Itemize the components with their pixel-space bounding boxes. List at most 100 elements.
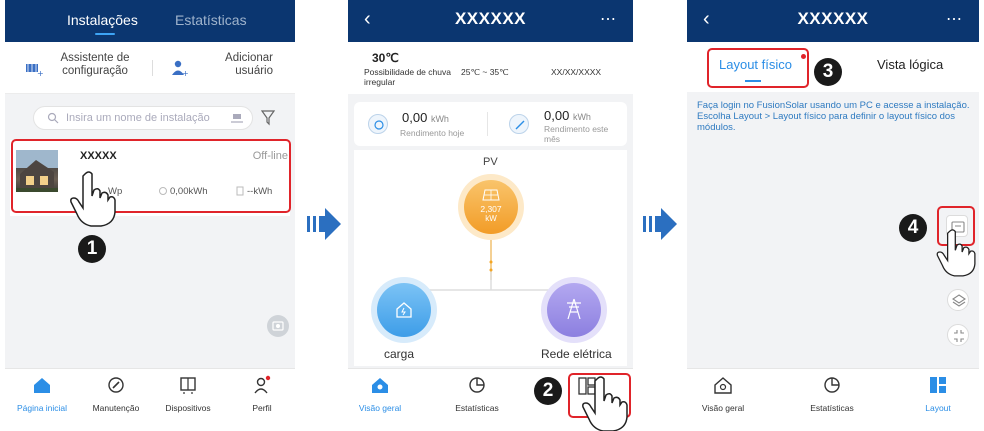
layers-button[interactable] <box>947 289 969 311</box>
nav-statistics[interactable]: Estatísticas <box>797 375 867 416</box>
load-label: carga <box>384 347 415 361</box>
nav-profile[interactable]: Perfil <box>227 375 295 416</box>
nav-profile-label: Perfil <box>252 403 272 413</box>
top-navbar: Instalações Estatísticas <box>5 0 295 42</box>
transmission-tower-icon <box>567 298 581 320</box>
weather-panel: 30℃ Possibilidade de chuva irregular 25℃… <box>348 42 633 94</box>
tap-hand-icon <box>582 376 628 431</box>
pie-chart-icon <box>469 377 485 393</box>
yield-month-number: 0,00 <box>544 108 570 123</box>
nav-statistics[interactable]: Estatísticas <box>442 375 512 416</box>
nav-home-label: Página inicial <box>16 403 68 413</box>
tap-hand-icon <box>936 229 976 277</box>
load-node[interactable] <box>377 283 431 337</box>
add-user-icon[interactable]: + <box>171 60 189 76</box>
svg-text:+: + <box>37 69 43 76</box>
energy-flow-diagram: PV 2,307 kW carga Rede elétrica <box>354 150 627 366</box>
tab-indicator <box>95 33 115 35</box>
yield-today-value: 0,00 kWh <box>402 110 449 125</box>
step-4-marker: 4 <box>899 214 927 242</box>
top-navbar: ‹ XXXXXX ⋯ <box>348 0 633 42</box>
home-icon <box>34 378 50 393</box>
nav-devices[interactable]: Dispositivos <box>153 375 223 416</box>
collapse-button[interactable] <box>947 324 969 346</box>
grid-label: Rede elétrica <box>541 347 612 361</box>
next-step-arrow-icon <box>307 208 341 240</box>
bottom-navigation: Página inicial Manutenção Dispositivos P… <box>5 368 295 431</box>
grid-node[interactable] <box>547 283 601 337</box>
pie-chart-icon <box>824 377 840 393</box>
search-icon <box>47 112 59 124</box>
yield-today-icon <box>368 114 388 134</box>
divider <box>152 60 153 76</box>
yield-today-number: 0,00 <box>402 110 428 125</box>
yield-month-icon <box>509 114 529 134</box>
nav-maintenance-label: Manutenção <box>92 403 140 413</box>
layout-tip: Faça login no FusionSolar usando um PC e… <box>697 100 970 133</box>
tab-installations[interactable]: Instalações <box>67 12 138 28</box>
collapse-icon <box>954 330 964 342</box>
yield-today-label: Rendimento hoje <box>400 128 465 138</box>
yield-chart-icon <box>515 120 525 130</box>
nav-statistics-label: Estatísticas <box>455 403 499 413</box>
nav-home[interactable]: Página inicial <box>7 375 77 416</box>
scan-icon[interactable] <box>230 112 244 125</box>
pv-power: 2,307 <box>480 204 502 214</box>
yield-month-label: Rendimento este mês <box>544 124 609 144</box>
layers-icon <box>952 294 966 307</box>
sun-panel-icon <box>374 120 384 130</box>
pv-node[interactable]: 2,307 kW <box>464 180 518 234</box>
step-2-marker: 2 <box>534 377 562 405</box>
bottom-navigation: Visão geral Estatísticas Layout <box>687 368 979 431</box>
weather-description: Possibilidade de chuva irregular <box>364 67 451 87</box>
divider <box>487 112 488 136</box>
nav-layout-label: Layout <box>925 403 951 413</box>
solar-panel-icon <box>482 189 500 201</box>
nav-overview[interactable]: Visão geral <box>348 375 415 416</box>
nav-layout[interactable]: Layout <box>903 375 973 416</box>
page-title: XXXXXX <box>797 9 869 28</box>
wrench-icon <box>108 377 124 393</box>
nav-overview-label: Visão geral <box>701 403 745 413</box>
nav-overview-label: Visão geral <box>358 403 402 413</box>
page-title: XXXXXX <box>454 9 527 28</box>
nav-maintenance[interactable]: Manutenção <box>81 375 151 416</box>
search-input[interactable]: Insira um nome de instalação <box>33 106 253 130</box>
camera-icon <box>272 321 284 331</box>
add-user-button[interactable]: Adicionar usuário <box>203 52 273 78</box>
overview-home-icon <box>372 378 388 393</box>
quick-actions: + Assistente de configuração + Adicionar… <box>5 42 295 94</box>
layout-icon <box>930 377 946 393</box>
setup-wizard-icon[interactable]: + <box>25 60 43 76</box>
overview-home-icon <box>714 377 732 394</box>
pv-unit: kW <box>485 214 497 223</box>
temperature: 30℃ <box>372 51 399 65</box>
plant-card-highlight <box>11 139 291 213</box>
screen-plants-list: Instalações Estatísticas + Assistente de… <box>5 0 295 431</box>
camera-fab[interactable] <box>267 315 289 337</box>
screen-plant-overview: ‹ XXXXXX ⋯ 30℃ Possibilidade de chuva ir… <box>348 0 633 431</box>
yield-today-unit: kWh <box>430 114 449 124</box>
nav-devices-label: Dispositivos <box>165 403 211 413</box>
nav-statistics-label: Estatísticas <box>810 403 854 413</box>
weather-date: XX/XX/XXXX <box>551 67 602 77</box>
step-3-marker: 3 <box>814 58 842 86</box>
tap-hand-icon <box>70 171 116 227</box>
profile-icon <box>254 375 271 394</box>
yield-kpis: 0,00 kWh Rendimento hoje 0,00 kWh Rendim… <box>354 102 627 146</box>
yield-month-unit: kWh <box>572 112 591 122</box>
tab-statistics[interactable]: Estatísticas <box>175 12 247 28</box>
more-icon[interactable]: ⋯ <box>600 9 617 29</box>
house-load-icon <box>396 302 412 318</box>
yield-month-value: 0,00 kWh <box>544 108 591 123</box>
filter-icon[interactable] <box>261 110 275 126</box>
svg-text:+: + <box>182 69 189 76</box>
more-icon[interactable]: ⋯ <box>946 9 963 29</box>
search-placeholder: Insira um nome de instalação <box>66 112 210 124</box>
temperature-range: 25℃ ~ 35℃ <box>461 67 509 77</box>
nav-overview[interactable]: Visão geral <box>688 375 758 416</box>
screen-layout: ‹ XXXXXX ⋯ Layout físico Vista lógica 3 … <box>687 0 979 431</box>
setup-wizard-button[interactable]: Assistente de configuração <box>55 52 135 78</box>
top-navbar: ‹ XXXXXX ⋯ <box>687 0 979 42</box>
tab-logical-view[interactable]: Vista lógica <box>877 57 943 72</box>
